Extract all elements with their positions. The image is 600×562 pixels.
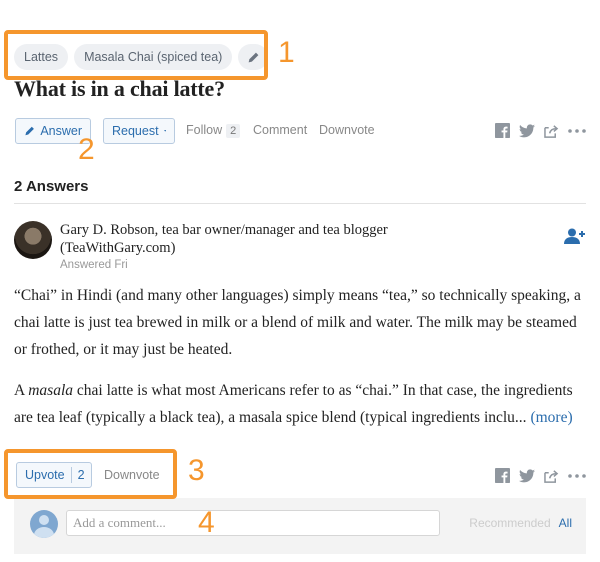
answered-date[interactable]: Answered Fri xyxy=(60,259,128,271)
twitter-icon[interactable] xyxy=(519,468,535,483)
answer-share-icons xyxy=(495,468,586,483)
comment-bar: Recommended All xyxy=(14,498,586,554)
comment-sort: Recommended All xyxy=(469,516,572,530)
answer-text: A xyxy=(14,382,29,399)
pencil-icon xyxy=(25,126,34,136)
callout-box-1 xyxy=(4,30,268,80)
facebook-icon[interactable] xyxy=(495,123,510,138)
follow-user-button[interactable] xyxy=(564,228,586,249)
callout-number-1: 1 xyxy=(278,36,295,69)
answer-paragraph-1: “Chai” in Hindi (and many other language… xyxy=(14,287,581,358)
answers-count-heading: 2 Answers xyxy=(14,178,89,195)
answer-paragraph-2: A masala chai latte is what most America… xyxy=(14,377,590,431)
more-link[interactable]: (more) xyxy=(530,409,572,426)
request-button-label: Request xyxy=(112,124,159,138)
sort-recommended[interactable]: Recommended xyxy=(469,516,550,530)
caret-down-icon xyxy=(163,130,166,132)
callout-number-2: 2 xyxy=(78,133,95,166)
downvote-question-button[interactable]: Downvote xyxy=(319,123,375,137)
follow-user-icon xyxy=(564,228,585,244)
comment-button[interactable]: Comment xyxy=(253,123,307,137)
share-icons xyxy=(495,123,586,138)
answer-button-label: Answer xyxy=(40,124,82,138)
answer-text-italic: masala xyxy=(28,382,74,399)
share-icon[interactable] xyxy=(544,124,559,138)
facebook-icon[interactable] xyxy=(495,468,510,483)
share-icon[interactable] xyxy=(544,469,559,483)
request-button[interactable]: Request xyxy=(103,118,175,144)
sort-all[interactable]: All xyxy=(559,516,572,530)
twitter-icon[interactable] xyxy=(519,123,535,138)
user-avatar xyxy=(30,510,58,538)
author-credential[interactable]: Gary D. Robson, tea bar owner/manager an… xyxy=(60,221,480,257)
follow-label: Follow xyxy=(186,123,223,137)
follow-button[interactable]: Follow 2 xyxy=(186,123,241,138)
comment-input[interactable] xyxy=(66,510,440,536)
divider xyxy=(14,203,586,204)
callout-number-4: 4 xyxy=(198,506,215,539)
answer-body: “Chai” in Hindi (and many other language… xyxy=(14,282,590,445)
answer-text: chai latte is what most Americans refer … xyxy=(14,382,573,426)
more-icon[interactable] xyxy=(568,128,586,133)
callout-number-3: 3 xyxy=(188,454,205,487)
more-icon[interactable] xyxy=(568,473,586,478)
question-action-bar: Answer Request Follow 2 Comment Downvote xyxy=(14,118,586,146)
follow-count: 2 xyxy=(226,124,241,138)
author-avatar[interactable] xyxy=(14,221,52,259)
callout-box-3 xyxy=(4,449,177,499)
